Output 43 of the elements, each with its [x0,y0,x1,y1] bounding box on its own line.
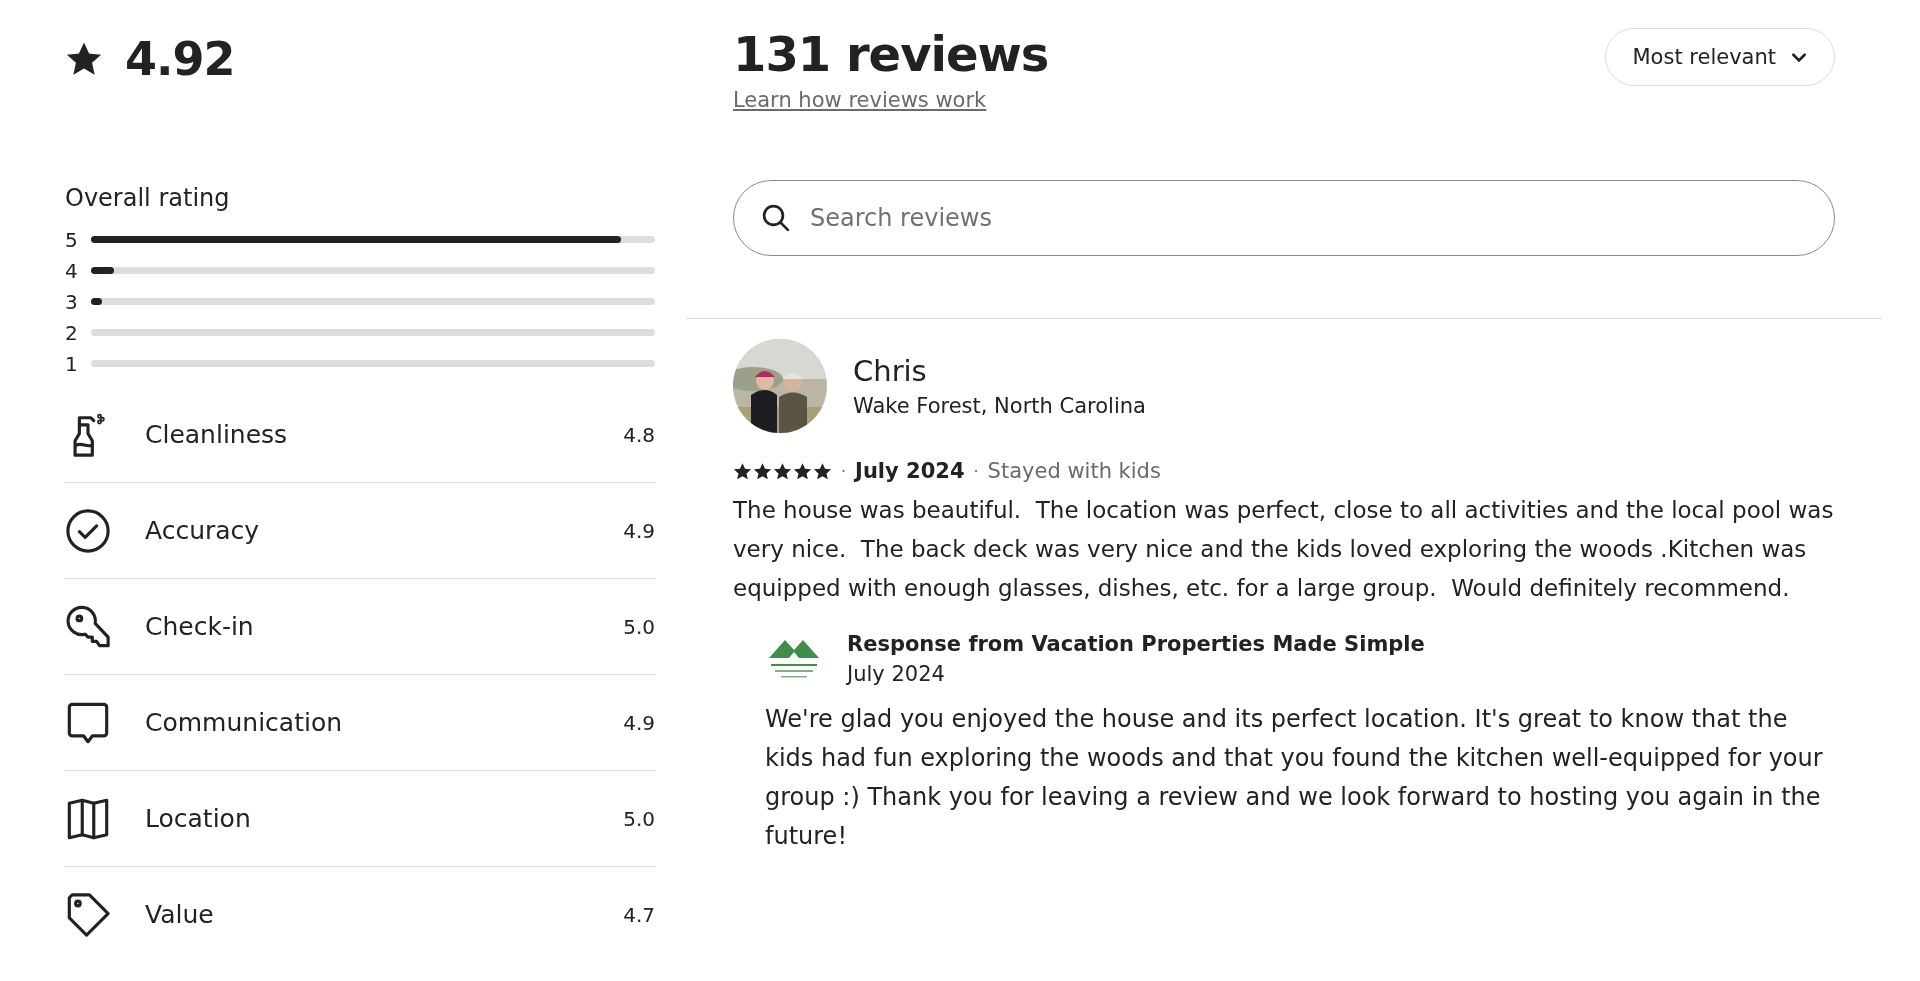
category-label: Value [145,900,215,929]
rating-label: 2 [65,320,79,345]
category-score: 4.9 [623,518,655,543]
learn-link[interactable]: Learn how reviews work [733,88,1049,112]
reviews-title: 131 reviews [733,26,1049,82]
star-icon [65,40,103,78]
star-icon [753,461,772,481]
category-score: 4.8 [623,422,655,447]
category-label: Accuracy [145,516,261,545]
separator-dot: · [841,461,847,481]
category-score: 5.0 [623,614,655,639]
separator-dot: · [973,461,979,481]
search-field[interactable]: Search reviews [733,180,1835,256]
rating-label: 1 [65,351,79,376]
star-icon [793,461,812,481]
review-date: July 2024 [855,459,965,483]
category-label: Check-in [145,612,255,641]
search-icon [761,203,791,233]
star-icon [733,461,752,481]
rating-label: 3 [65,289,79,314]
check-circle-icon [65,507,111,554]
category-label: Cleanliness [145,420,289,449]
response-title: Response from Vacation Properties Made Simple [847,632,1425,656]
review-text: The house was beautiful. The location was perfect, close to all activities and the local pool was very nice. The back deck was very nice and the kids loved exploring the woods .Kitchen was equipped with enough glasses, dishes, etc. for a large group. Would definitely recommend. [733,496,1835,603]
sort-dropdown[interactable]: Most relevant [1605,28,1835,86]
category-score: 5.0 [623,806,655,831]
reviewer-location: Wake Forest, North Carolina [853,394,1146,418]
category-label: Communication [145,708,344,737]
rating-label: 4 [65,258,79,283]
reviewer-name: Chris [853,354,928,388]
star-icon [773,461,792,481]
category-score: 4.9 [623,710,655,735]
category-label: Location [145,804,252,833]
trip-type: Stayed with kids [987,459,1161,483]
tag-icon [65,891,111,938]
overall-rating-title: Overall rating [65,184,231,212]
star-icon [813,461,832,481]
overall-score: 4.92 [125,32,235,86]
category-score: 4.7 [623,902,655,927]
key-icon [65,603,111,650]
response-date: July 2024 [847,662,946,686]
rating-label: 5 [65,227,79,252]
response-text: We're glad you enjoyed the house and its perfect location. It's great to know that the kids had fun exploring the woods and that you found the kitchen well-equipped for your group :) Thank you for leaving a review and we look forward to hosting you again in the future! [765,704,1824,852]
